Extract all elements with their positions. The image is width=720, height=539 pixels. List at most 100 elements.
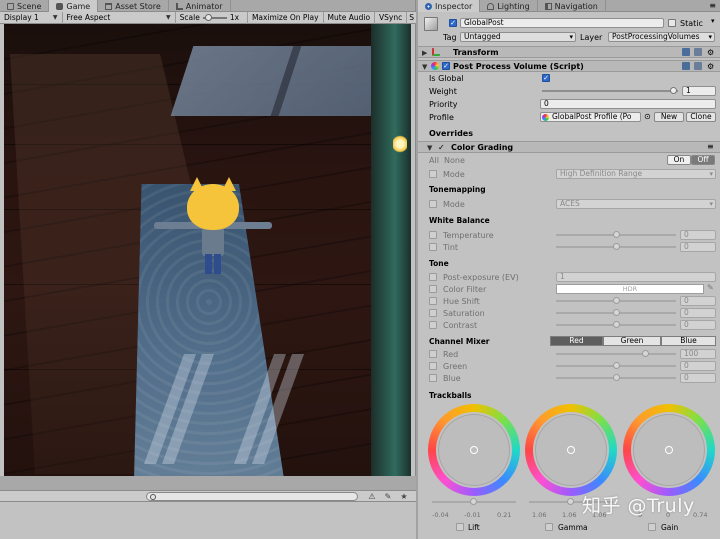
weight-slider[interactable] xyxy=(542,86,678,96)
transform-header[interactable]: ▶ Transform ⚙ xyxy=(418,46,720,58)
tint-field[interactable]: 0 xyxy=(680,242,716,252)
mode-dropdown[interactable]: High Definition Range xyxy=(556,169,716,179)
gamma-override-checkbox[interactable] xyxy=(545,523,553,531)
layer-dropdown[interactable]: PostProcessingVolumes xyxy=(608,32,715,42)
off-button[interactable]: Off xyxy=(691,155,715,165)
gamma-trackball[interactable] xyxy=(525,404,617,496)
scale-slider[interactable] xyxy=(202,13,227,21)
slider-knob[interactable] xyxy=(613,231,620,238)
tonemap-mode-dropdown[interactable]: ACES xyxy=(556,199,716,209)
temperature-field[interactable]: 0 xyxy=(680,230,716,240)
on-button[interactable]: On xyxy=(667,155,691,165)
lift-offset-slider[interactable] xyxy=(432,497,516,507)
hue-shift-slider[interactable] xyxy=(556,296,676,306)
saturation-slider[interactable] xyxy=(556,308,676,318)
override-checkbox[interactable] xyxy=(429,273,437,281)
object-name-field[interactable]: GlobalPost xyxy=(460,18,664,28)
eyedropper-icon[interactable]: ✎ xyxy=(707,283,714,292)
scale-slider-knob[interactable] xyxy=(204,13,212,21)
priority-field[interactable]: 0 xyxy=(540,99,716,109)
slider-knob[interactable] xyxy=(613,321,620,328)
override-checkbox[interactable] xyxy=(429,231,437,239)
override-checkbox[interactable] xyxy=(429,297,437,305)
preset-icon[interactable] xyxy=(694,62,702,70)
tab-lighting[interactable]: Lighting xyxy=(480,0,538,12)
override-checkbox[interactable] xyxy=(429,309,437,317)
trackball-cursor[interactable] xyxy=(665,446,673,454)
new-profile-button[interactable]: New xyxy=(654,112,684,122)
override-checkbox[interactable] xyxy=(429,321,437,329)
maximize-on-play-toggle[interactable]: Maximize On Play xyxy=(248,11,324,24)
game-viewport[interactable] xyxy=(4,24,411,476)
override-checkbox[interactable] xyxy=(429,350,437,358)
panel-menu-icon[interactable]: ≡ xyxy=(705,0,720,11)
static-dropdown-icon[interactable]: ▾ xyxy=(711,17,715,25)
color-filter-swatch[interactable]: HDR xyxy=(556,284,704,294)
display-dropdown[interactable]: Display 1 ▼ xyxy=(0,11,63,24)
aspect-dropdown[interactable]: Free Aspect ▼ xyxy=(63,11,176,24)
profile-field[interactable]: GlobalPost Profile (Po xyxy=(540,112,641,122)
blue-slider[interactable] xyxy=(556,373,676,383)
contrast-field[interactable]: 0 xyxy=(680,320,716,330)
help-icon[interactable] xyxy=(682,48,690,56)
tab-scene[interactable]: Scene xyxy=(0,0,50,12)
object-picker-icon[interactable]: ⊙ xyxy=(644,112,651,121)
slider-knob[interactable] xyxy=(567,498,574,505)
slider-knob[interactable] xyxy=(613,374,620,381)
lift-override-checkbox[interactable] xyxy=(456,523,464,531)
gameobject-active-checkbox[interactable]: ✓ xyxy=(449,19,457,27)
override-checkbox[interactable] xyxy=(429,374,437,382)
trackball-cursor[interactable] xyxy=(470,446,478,454)
slider-knob[interactable] xyxy=(613,362,620,369)
effect-menu-icon[interactable]: ≡ xyxy=(707,142,714,151)
lift-trackball[interactable] xyxy=(428,404,520,496)
hue-shift-field[interactable]: 0 xyxy=(680,296,716,306)
tab-asset-store[interactable]: Asset Store xyxy=(98,0,169,12)
override-checkbox[interactable] xyxy=(429,170,437,178)
preset-icon[interactable] xyxy=(694,48,702,56)
weight-field[interactable]: 1 xyxy=(682,86,716,96)
slider-knob[interactable] xyxy=(670,87,677,94)
override-checkbox[interactable] xyxy=(429,243,437,251)
red-slider[interactable] xyxy=(556,349,676,359)
all-toggle[interactable]: All xyxy=(429,156,439,165)
tab-game[interactable]: Game xyxy=(49,0,99,12)
scale-control[interactable]: Scale 1x xyxy=(176,11,248,24)
stats-toggle[interactable]: S xyxy=(407,12,416,24)
slider-knob[interactable] xyxy=(642,350,649,357)
settings-gear-icon[interactable]: ⚙ xyxy=(707,48,714,57)
is-global-checkbox[interactable]: ✓ xyxy=(542,74,550,82)
foldout-expanded-icon[interactable]: ▼ xyxy=(422,63,427,71)
tab-navigation[interactable]: Navigation xyxy=(538,0,606,12)
foldout-collapsed-icon[interactable]: ▶ xyxy=(422,49,427,57)
green-slider[interactable] xyxy=(556,361,676,371)
slider-knob[interactable] xyxy=(613,297,620,304)
override-checkbox[interactable] xyxy=(429,285,437,293)
trackball-cursor[interactable] xyxy=(567,446,575,454)
post-process-volume-header[interactable]: ▼ ✓ Post Process Volume (Script) ⚙ xyxy=(418,60,720,72)
component-enabled-checkbox[interactable]: ✓ xyxy=(442,62,450,70)
warning-filter-icon[interactable]: ⚠ xyxy=(368,493,376,501)
clone-profile-button[interactable]: Clone xyxy=(686,112,716,122)
tab-animator[interactable]: Animator xyxy=(169,0,231,12)
blue-field[interactable]: 0 xyxy=(680,373,716,383)
static-checkbox[interactable] xyxy=(668,19,676,27)
tab-inspector[interactable]: Inspector xyxy=(418,0,481,12)
red-field[interactable]: 100 xyxy=(680,349,716,359)
mute-audio-toggle[interactable]: Mute Audio xyxy=(324,11,376,24)
console-search-input[interactable] xyxy=(146,492,358,501)
settings-gear-icon[interactable]: ⚙ xyxy=(707,62,714,71)
foldout-expanded-icon[interactable]: ▼ xyxy=(427,144,432,152)
post-exposure-field[interactable]: 1 xyxy=(556,272,716,282)
temperature-slider[interactable] xyxy=(556,230,676,240)
slider-knob[interactable] xyxy=(470,498,477,505)
slider-knob[interactable] xyxy=(613,309,620,316)
help-icon[interactable] xyxy=(682,62,690,70)
override-checkbox[interactable] xyxy=(429,362,437,370)
color-grading-header[interactable]: ▼ ✓ Color Grading ≡ xyxy=(418,141,720,153)
channel-tab-green[interactable]: Green xyxy=(603,336,661,346)
effect-enabled-check[interactable]: ✓ xyxy=(438,143,445,152)
tag-dropdown[interactable]: Untagged xyxy=(460,32,576,42)
star-icon[interactable]: ★ xyxy=(400,493,408,501)
saturation-field[interactable]: 0 xyxy=(680,308,716,318)
